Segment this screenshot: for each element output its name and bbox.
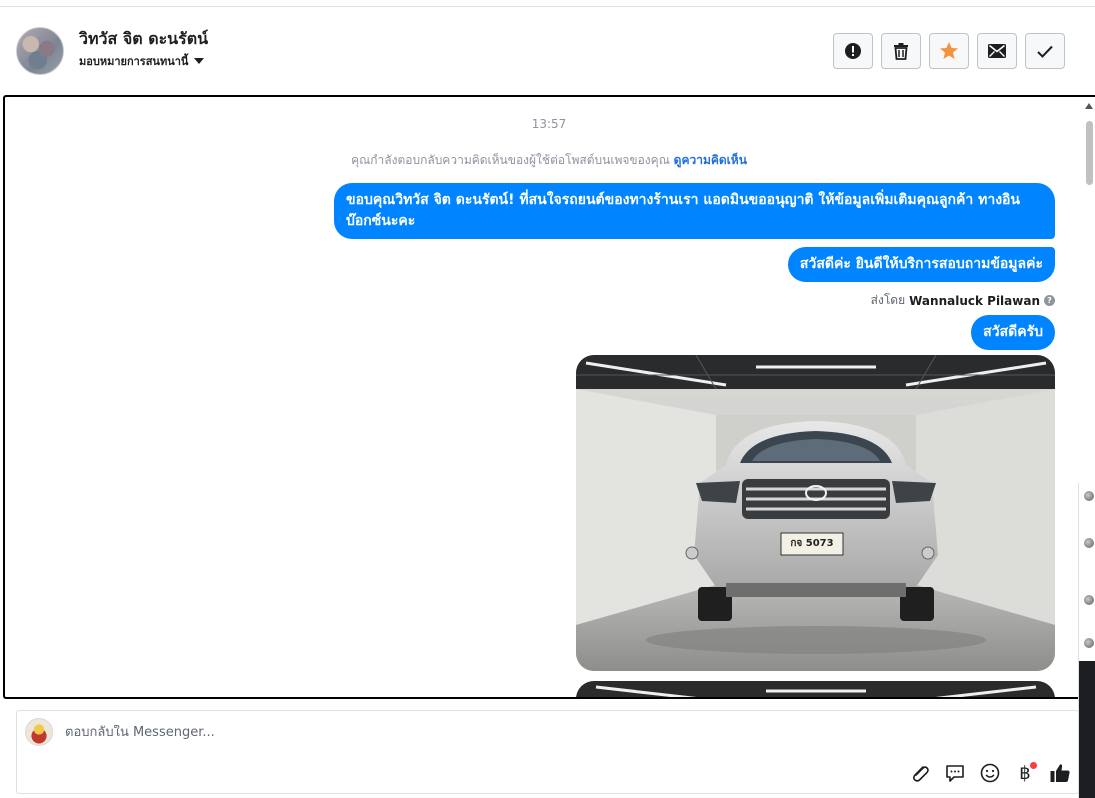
scroll-up-arrow-icon[interactable] bbox=[1085, 103, 1093, 109]
reply-input[interactable] bbox=[65, 725, 865, 740]
like-button[interactable] bbox=[1048, 761, 1072, 785]
contact-name[interactable]: วิทวัส จิต ดะนรัตน์ bbox=[79, 27, 208, 52]
car-photo[interactable] bbox=[576, 681, 1055, 697]
page-avatar bbox=[25, 718, 53, 746]
smiley-icon bbox=[980, 763, 1000, 783]
assign-conversation-dropdown[interactable]: มอบหมายการสนทนานี้ bbox=[79, 52, 205, 70]
contact-avatar-thumb[interactable] bbox=[1084, 538, 1094, 548]
car-photo-image bbox=[576, 681, 1055, 697]
star-button[interactable] bbox=[929, 33, 969, 69]
reply-notice: คุณกำลังตอบกลับความคิดเห็นของผู้ใช้ต่อโพ… bbox=[5, 151, 1093, 170]
message-thread[interactable]: 13:57 คุณกำลังตอบกลับความคิดเห็นของผู้ใช… bbox=[3, 95, 1095, 699]
payment-button[interactable]: ฿ bbox=[1013, 761, 1037, 785]
message-composer: ฿ bbox=[16, 710, 1079, 794]
header-actions bbox=[833, 33, 1065, 69]
attach-button[interactable] bbox=[908, 761, 932, 785]
mark-done-button[interactable] bbox=[1025, 33, 1065, 69]
right-side-panel bbox=[1078, 483, 1095, 798]
sent-by-prefix: ส่งโดย bbox=[870, 293, 906, 307]
envelope-icon bbox=[988, 44, 1006, 58]
question-icon[interactable]: ? bbox=[1044, 295, 1055, 306]
message-bubble[interactable]: สวัสดีครับ bbox=[971, 315, 1055, 350]
spam-button[interactable] bbox=[833, 33, 873, 69]
side-panel-dark-block bbox=[1079, 661, 1095, 798]
trash-icon bbox=[894, 43, 908, 60]
sent-by-label: ส่งโดย Wannaluck Pilawan ? bbox=[871, 291, 1055, 310]
caret-down-icon bbox=[194, 58, 205, 64]
emoji-button[interactable] bbox=[978, 761, 1002, 785]
mark-unread-button[interactable] bbox=[977, 33, 1017, 69]
notification-dot bbox=[1030, 762, 1037, 769]
saved-replies-button[interactable] bbox=[943, 761, 967, 785]
contact-avatar[interactable] bbox=[16, 27, 64, 75]
contact-avatar-thumb[interactable] bbox=[1084, 638, 1094, 648]
baht-icon: ฿ bbox=[1019, 762, 1031, 784]
checkmark-icon bbox=[1037, 45, 1053, 58]
scroll-thumb[interactable] bbox=[1086, 121, 1093, 185]
reply-notice-text: คุณกำลังตอบกลับความคิดเห็นของผู้ใช้ต่อโพ… bbox=[351, 153, 670, 167]
license-plate-text: กจ 5073 bbox=[790, 538, 833, 549]
message-bubble[interactable]: ขอบคุณวิทวัส จิต ดะนรัตน์! ที่สนใจรถยนต์… bbox=[334, 183, 1055, 239]
car-photo-image: กจ 5073 bbox=[576, 355, 1055, 671]
contact-avatar-thumb[interactable] bbox=[1084, 491, 1094, 501]
car-photo[interactable]: กจ 5073 bbox=[576, 355, 1055, 671]
message-timestamp: 13:57 bbox=[531, 117, 567, 131]
sender-name: Wannaluck Pilawan bbox=[909, 293, 1040, 308]
message-bubble[interactable]: สวัสดีค่ะ ยินดีให้บริการสอบถามข้อมูลค่ะ bbox=[787, 247, 1055, 282]
composer-tools: ฿ bbox=[908, 761, 1072, 785]
thumbs-up-icon bbox=[1050, 764, 1070, 782]
view-comment-link[interactable]: ดูความคิดเห็น bbox=[674, 153, 747, 167]
paperclip-icon bbox=[912, 766, 929, 782]
star-icon bbox=[940, 42, 958, 59]
contact-avatar-thumb[interactable] bbox=[1084, 595, 1094, 605]
assign-label: มอบหมายการสนทนานี้ bbox=[79, 55, 189, 68]
spam-icon bbox=[845, 43, 861, 59]
delete-button[interactable] bbox=[881, 33, 921, 69]
conversation-header: วิทวัส จิต ดะนรัตน์ มอบหมายการสนทนานี้ bbox=[0, 7, 1095, 95]
speech-bubble-icon bbox=[946, 765, 964, 782]
